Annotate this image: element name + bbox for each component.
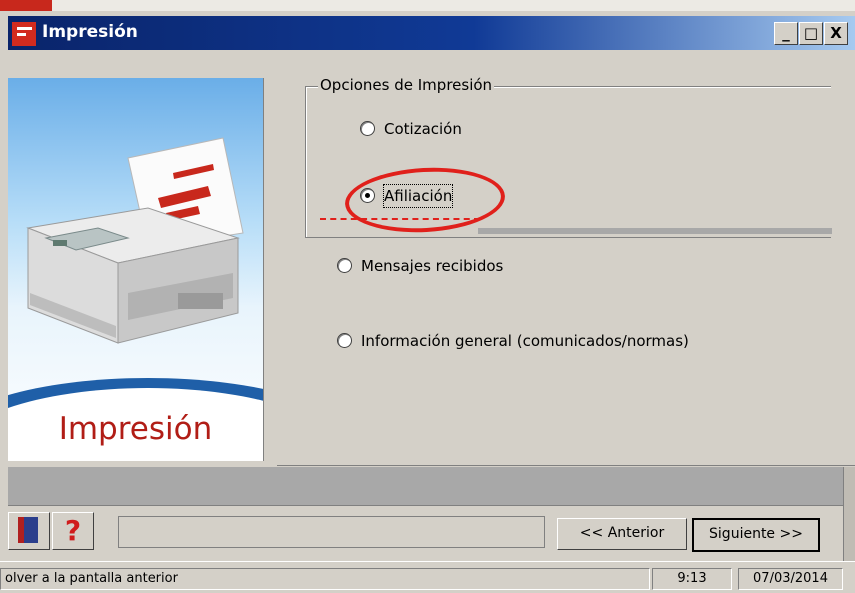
help-button[interactable]: ? [52,512,94,550]
next-button[interactable]: Siguiente >> [692,518,820,552]
side-panel-title: Impresión [58,411,213,447]
minimize-button[interactable]: _ [774,22,798,45]
radio-label: Cotización [384,120,462,138]
radio-button-icon[interactable] [337,258,352,273]
status-date: 07/03/2014 [738,568,843,590]
radio-button-icon[interactable] [360,121,375,136]
radio-label: Información general (comunicados/normas) [361,332,689,350]
window-title: Impresión [42,22,138,42]
maximize-button[interactable]: □ [799,22,823,45]
group-divider [478,228,832,234]
printer-illustration [26,137,244,344]
radio-label: Mensajes recibidos [361,257,504,275]
content-divider [277,465,855,466]
annotation-scribble [320,218,480,232]
window-edge [843,467,855,561]
previous-button[interactable]: << Anterior [557,518,687,550]
background-strip [0,0,855,11]
side-illustration-panel: Impresión [8,78,264,461]
status-bar: olver a la pantalla anterior 9:13 07/03/… [0,561,855,593]
app-logo-icon[interactable] [12,22,36,46]
help-icon: ? [64,514,82,547]
title-bar[interactable]: Impresión _ □ X [8,16,855,50]
status-message: olver a la pantalla anterior [0,568,650,590]
separator-band [8,467,843,505]
book-button[interactable] [8,512,50,550]
print-options-label: Opciones de Impresión [318,76,495,94]
radio-button-icon[interactable] [337,333,352,348]
button-bar-frame [118,516,545,548]
book-icon [18,517,38,543]
close-button[interactable]: X [824,22,848,45]
status-time: 9:13 [652,568,732,590]
